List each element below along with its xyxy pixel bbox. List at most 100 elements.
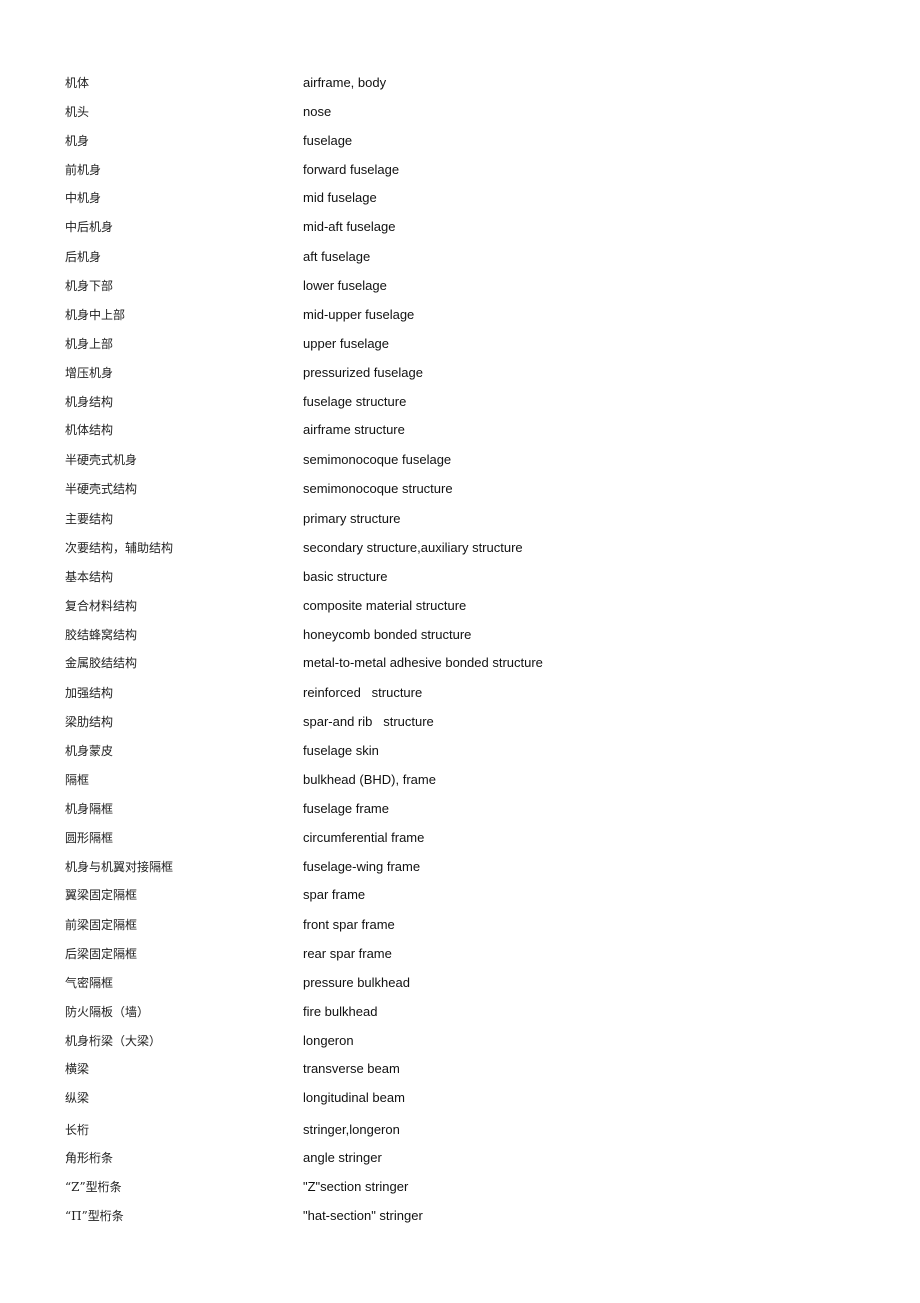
chinese-term: 机身下部	[65, 279, 114, 293]
chinese-term: 次要结构，辅助结构	[65, 541, 174, 555]
glossary-row: 纵梁 longitudinal beam	[0, 1088, 920, 1108]
chinese-term: 气密隔框	[65, 976, 114, 990]
glossary-row: 机体结构 airframe structure	[0, 420, 920, 440]
glossary-row: 后机身 aft fuselage	[0, 247, 920, 267]
english-term: stringer,longeron	[303, 1122, 400, 1137]
chinese-term: 机身桁梁（大梁）	[65, 1034, 162, 1048]
glossary-row: 气密隔框 pressure bulkhead	[0, 973, 920, 993]
chinese-term: 机身结构	[65, 395, 114, 409]
glossary-row: 半硬壳式结构 semimonocoque structure	[0, 479, 920, 499]
glossary-row: 后梁固定隔框 rear spar frame	[0, 944, 920, 964]
chinese-term: 机身蒙皮	[65, 744, 114, 758]
chinese-term: 机体结构	[65, 423, 114, 437]
english-term: semimonocoque structure	[303, 481, 453, 496]
english-term: fuselage structure	[303, 394, 407, 409]
glossary-row: 机身中上部 mid-upper fuselage	[0, 305, 920, 325]
glossary-row: 机身 fuselage	[0, 131, 920, 151]
glossary-row: 隔框 bulkhead (BHD), frame	[0, 770, 920, 790]
glossary-row: 中后机身 mid-aft fuselage	[0, 217, 920, 237]
glossary-row: “П”型桁条 "hat-section" stringer	[0, 1206, 920, 1226]
chinese-term: 横梁	[65, 1062, 90, 1076]
chinese-term: 机身中上部	[65, 308, 126, 322]
chinese-term: 纵梁	[65, 1091, 90, 1105]
chinese-term: 机身	[65, 134, 90, 148]
glossary-row: 机身结构 fuselage structure	[0, 392, 920, 412]
english-term: spar-and rib structure	[303, 714, 434, 729]
english-term: fuselage frame	[303, 801, 389, 816]
glossary-row: 半硬壳式机身 semimonocoque fuselage	[0, 450, 920, 470]
english-term: front spar frame	[303, 917, 395, 932]
chinese-term: 半硬壳式结构	[65, 482, 138, 496]
glossary-row: 主要结构 primary structure	[0, 509, 920, 529]
english-term: "hat-section" stringer	[303, 1208, 423, 1223]
glossary-row: 梁肋结构 spar-and rib structure	[0, 712, 920, 732]
english-term: mid-aft fuselage	[303, 219, 396, 234]
glossary-row: 机体 airframe, body	[0, 73, 920, 93]
chinese-term: 机头	[65, 105, 90, 119]
glossary-row: 机身桁梁（大梁） longeron	[0, 1031, 920, 1051]
glossary-row: 机头 nose	[0, 102, 920, 122]
english-term: fuselage skin	[303, 743, 379, 758]
glossary-row: 机身隔框 fuselage frame	[0, 799, 920, 819]
chinese-term: 前机身	[65, 163, 102, 177]
english-term: mid fuselage	[303, 190, 377, 205]
glossary-row: 圆形隔框 circumferential frame	[0, 828, 920, 848]
glossary-row: 长桁 stringer,longeron	[0, 1120, 920, 1140]
chinese-term: 前梁固定隔框	[65, 918, 138, 932]
english-term: reinforced structure	[303, 685, 423, 700]
english-term: upper fuselage	[303, 336, 390, 351]
english-term: nose	[303, 104, 332, 119]
english-term: pressure bulkhead	[303, 975, 410, 990]
english-term: aft fuselage	[303, 249, 371, 264]
chinese-term: 中后机身	[65, 220, 114, 234]
glossary-row: 角形桁条 angle stringer	[0, 1148, 920, 1168]
english-term: rear spar frame	[303, 946, 392, 961]
english-term: bulkhead (BHD), frame	[303, 772, 436, 787]
chinese-term: 加强结构	[65, 686, 114, 700]
chinese-term: 圆形隔框	[65, 831, 114, 845]
english-term: composite material structure	[303, 598, 467, 613]
chinese-term: 角形桁条	[65, 1151, 114, 1165]
glossary-row: 机身上部 upper fuselage	[0, 334, 920, 354]
english-term: spar frame	[303, 887, 366, 902]
chinese-term: 机身上部	[65, 337, 114, 351]
english-term: pressurized fuselage	[303, 365, 423, 380]
english-term: angle stringer	[303, 1150, 382, 1165]
chinese-term: 半硬壳式机身	[65, 453, 138, 467]
glossary-row: 复合材料结构 composite material structure	[0, 596, 920, 616]
english-term: lower fuselage	[303, 278, 387, 293]
glossary-row: 中机身 mid fuselage	[0, 188, 920, 208]
english-term: "Z"section stringer	[303, 1179, 409, 1194]
chinese-term: “П”型桁条	[65, 1209, 124, 1223]
chinese-term: 隔框	[65, 773, 90, 787]
chinese-term: 梁肋结构	[65, 715, 114, 729]
glossary-row: 前机身 forward fuselage	[0, 160, 920, 180]
chinese-term: 金属胶结结构	[65, 656, 138, 670]
glossary-row: 次要结构，辅助结构 secondary structure,auxiliary s…	[0, 538, 920, 558]
chinese-term: 基本结构	[65, 570, 114, 584]
chinese-term: 机身与机翼对接隔框	[65, 860, 174, 874]
glossary-row: 胶结蜂窝结构 honeycomb bonded structure	[0, 625, 920, 645]
english-term: fire bulkhead	[303, 1004, 378, 1019]
glossary-row: “Z”型桁条 "Z"section stringer	[0, 1177, 920, 1197]
english-term: mid-upper fuselage	[303, 307, 415, 322]
glossary-row: 机身与机翼对接隔框 fuselage-wing frame	[0, 857, 920, 877]
chinese-term: 主要结构	[65, 512, 114, 526]
english-term: basic structure	[303, 569, 388, 584]
english-term: fuselage	[303, 133, 353, 148]
english-term: metal-to-metal adhesive bonded structure	[303, 655, 543, 670]
chinese-term: 机身隔框	[65, 802, 114, 816]
english-term: forward fuselage	[303, 162, 400, 177]
chinese-term: 翼梁固定隔框	[65, 888, 138, 902]
chinese-term: 增压机身	[65, 366, 114, 380]
english-term: airframe structure	[303, 422, 405, 437]
english-term: fuselage-wing frame	[303, 859, 421, 874]
glossary-row: 翼梁固定隔框 spar frame	[0, 885, 920, 905]
english-term: longeron	[303, 1033, 354, 1048]
english-term: secondary structure,auxiliary structure	[303, 540, 523, 555]
chinese-term: 防火隔板（墙）	[65, 1005, 150, 1019]
glossary-row: 前梁固定隔框 front spar frame	[0, 915, 920, 935]
glossary-row: 防火隔板（墙） fire bulkhead	[0, 1002, 920, 1022]
glossary-row: 机身下部 lower fuselage	[0, 276, 920, 296]
glossary-row: 横梁 transverse beam	[0, 1059, 920, 1079]
